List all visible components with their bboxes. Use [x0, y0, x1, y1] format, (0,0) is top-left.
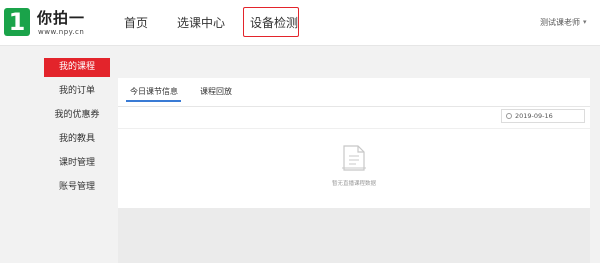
nav-home[interactable]: 首页 [124, 14, 148, 31]
date-value: 2019-09-16 [515, 112, 553, 120]
logo-mark: 1 [4, 8, 30, 36]
date-picker[interactable]: 2019-09-16 [501, 109, 585, 123]
sidebar-item-my-courses[interactable]: 我的课程 [44, 58, 110, 77]
nav-course-center[interactable]: 选课中心 [177, 14, 225, 31]
tab-today-lessons[interactable]: 今日课节信息 [130, 86, 178, 97]
logo-name: 你拍一 [37, 9, 86, 27]
site-logo[interactable]: 1 你拍一 www.npy.cn [4, 6, 94, 40]
chevron-down-icon[interactable]: ▾ [583, 18, 587, 26]
page: 1 你拍一 www.npy.cn 首页 选课中心 设备检测 测试课老师 ▾ 我的… [0, 0, 600, 263]
tab-divider [118, 106, 590, 107]
highlight-box [243, 7, 299, 37]
empty-state-text: 暂无直播课程数据 [331, 181, 376, 187]
filter-divider [118, 128, 590, 129]
sidebar-item-my-coupons[interactable]: 我的优惠券 [44, 106, 110, 125]
top-header: 1 你拍一 www.npy.cn 首页 选课中心 设备检测 测试课老师 ▾ [0, 0, 600, 46]
logo-url: www.npy.cn [38, 28, 85, 36]
lower-panel [118, 208, 590, 263]
empty-document-icon [342, 145, 366, 171]
user-menu[interactable]: 测试课老师 [540, 17, 580, 28]
sidebar-item-account-management[interactable]: 账号管理 [44, 178, 110, 197]
clock-icon [506, 113, 512, 119]
sidebar-item-lesson-management[interactable]: 课时管理 [44, 154, 110, 173]
active-tab-indicator [126, 100, 181, 102]
main-panel: 今日课节信息 课程回放 2019-09-16 暂无直播课程数据 [118, 78, 590, 208]
tab-course-replay[interactable]: 课程回放 [200, 86, 232, 97]
sidebar-item-my-teaching-aids[interactable]: 我的教具 [44, 130, 110, 149]
sidebar-item-my-orders[interactable]: 我的订单 [44, 82, 110, 101]
